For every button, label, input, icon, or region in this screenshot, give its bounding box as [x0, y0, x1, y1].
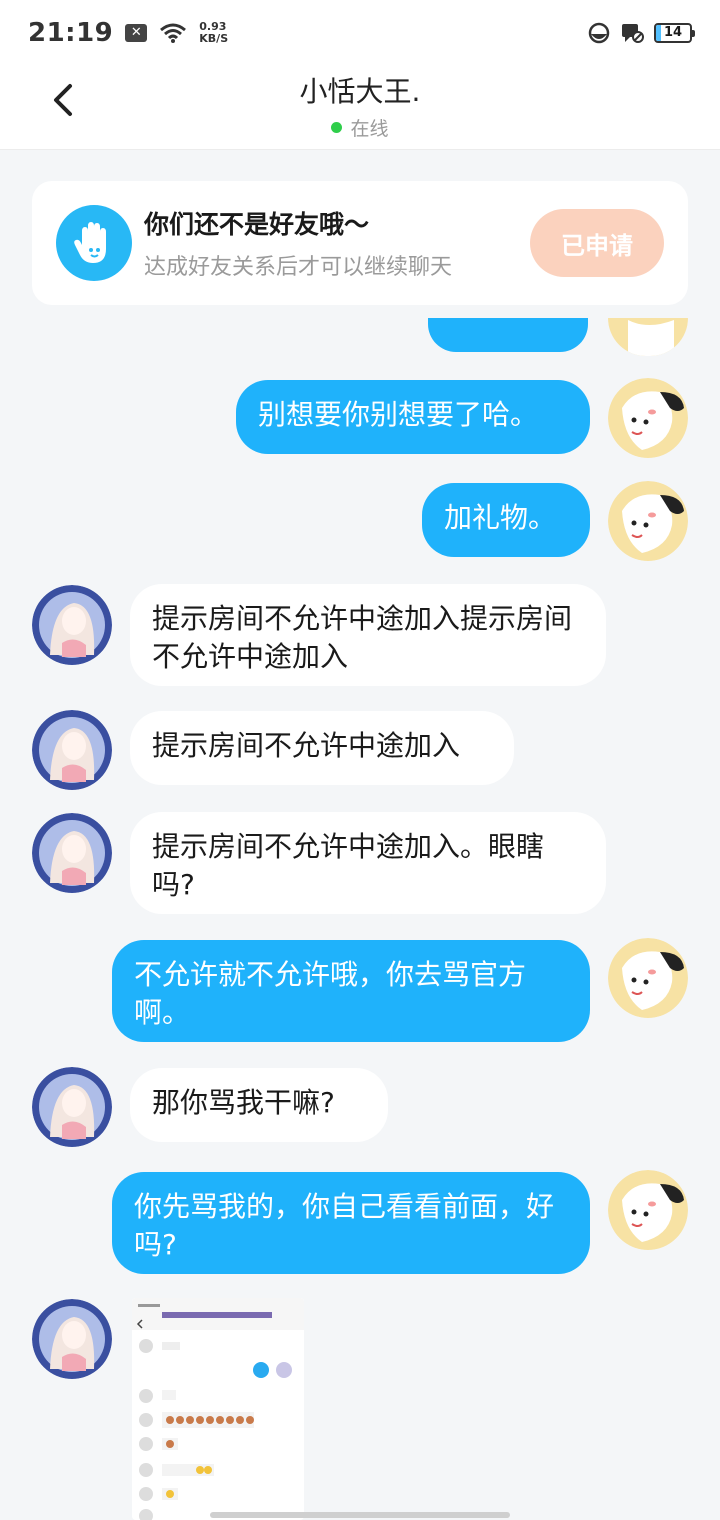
- message-bubble[interactable]: 提示房间不允许中途加入提示房间不允许中途加入: [130, 584, 606, 686]
- message-bubble[interactable]: 提示房间不允许中途加入: [130, 711, 514, 785]
- message-bubble[interactable]: 提示房间不允许中途加入。眼瞎吗?: [130, 812, 606, 914]
- my-avatar[interactable]: [608, 1170, 688, 1250]
- contact-avatar[interactable]: [32, 585, 112, 665]
- message-bubble[interactable]: 你先骂我的，你自己看看前面，好吗?: [112, 1172, 590, 1274]
- screenshot-thumbnail: [132, 1298, 304, 1520]
- applied-button[interactable]: 已申请: [530, 209, 664, 277]
- home-indicator[interactable]: [210, 1512, 510, 1518]
- online-dot-icon: [331, 122, 343, 133]
- contact-avatar[interactable]: [32, 710, 112, 790]
- online-status: 在线: [331, 114, 389, 141]
- status-time: 21:19: [28, 18, 114, 48]
- message-bubble[interactable]: 那你骂我干嘛?: [130, 1068, 388, 1142]
- message-bubble-partial[interactable]: [428, 318, 588, 352]
- battery-indicator: 14: [654, 23, 695, 43]
- my-avatar[interactable]: [608, 378, 688, 458]
- my-avatar[interactable]: [608, 938, 688, 1018]
- message-bubble[interactable]: 不允许就不允许哦，你去骂官方啊。: [112, 940, 590, 1042]
- network-speed: 0.93 KB/S: [199, 20, 229, 45]
- dnd-icon: [588, 22, 610, 44]
- message-bubble[interactable]: 别想要你别想要了哈。: [236, 380, 590, 454]
- status-bar: 21:19 ✕ 0.93 KB/S 14: [0, 0, 720, 66]
- chat-header: 小恬大王. 在线: [0, 66, 720, 150]
- notice-title: 你们还不是好友哦～: [144, 210, 370, 239]
- notification-icon: ✕: [125, 24, 148, 42]
- my-avatar[interactable]: [608, 481, 688, 561]
- notice-subtitle: 达成好友关系后才可以继续聊天: [144, 255, 453, 280]
- contact-avatar[interactable]: [32, 813, 112, 893]
- wifi-icon: [160, 23, 187, 43]
- image-message[interactable]: [132, 1298, 304, 1520]
- message-bubble[interactable]: 加礼物。: [422, 483, 590, 557]
- message-muted-icon: [622, 24, 644, 43]
- my-avatar[interactable]: [608, 318, 688, 356]
- chat-title[interactable]: 小恬大王.: [0, 70, 720, 110]
- contact-avatar[interactable]: [32, 1067, 112, 1147]
- contact-avatar[interactable]: [32, 1299, 112, 1379]
- hand-wave-icon: [56, 205, 132, 281]
- friend-notice-card: 你们还不是好友哦～ 达成好友关系后才可以继续聊天 已申请: [32, 181, 688, 305]
